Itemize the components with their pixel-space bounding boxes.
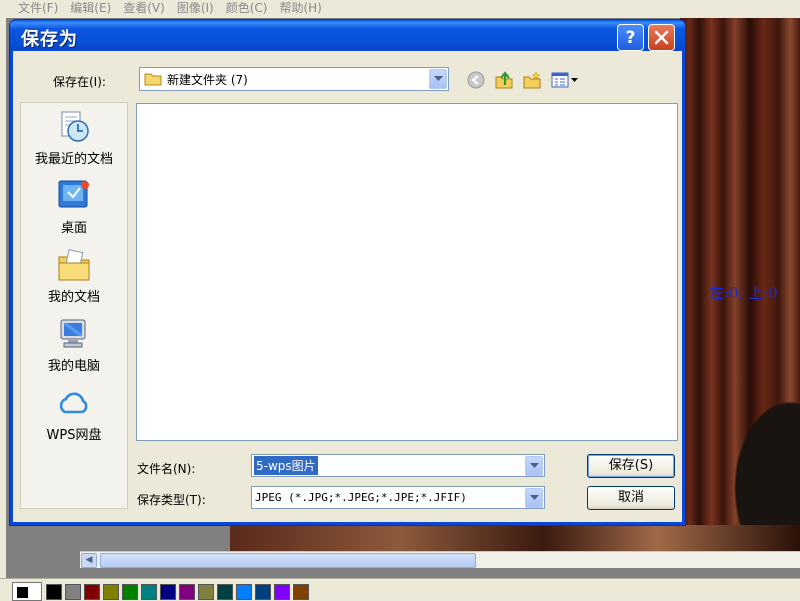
palette-swatch[interactable] xyxy=(274,584,290,600)
folder-icon xyxy=(144,73,162,86)
place-label: WPS网盘 xyxy=(46,428,102,443)
palette-swatch[interactable] xyxy=(141,584,157,600)
place-my-computer[interactable]: 我的电脑 xyxy=(21,316,127,385)
palette-swatch[interactable] xyxy=(179,584,195,600)
navigation-toolbar xyxy=(465,69,581,91)
palette-swatch[interactable] xyxy=(255,584,271,600)
place-my-documents[interactable]: 我的文档 xyxy=(21,247,127,316)
lookin-value: 新建文件夹 (7) xyxy=(167,72,248,87)
palette-swatch[interactable] xyxy=(84,584,100,600)
desktop-icon xyxy=(58,180,89,208)
close-icon xyxy=(654,30,669,45)
my-computer-icon xyxy=(60,319,86,348)
file-list[interactable] xyxy=(136,103,678,441)
menu-edit[interactable]: 编辑(E) xyxy=(68,0,121,18)
wps-cloud-icon xyxy=(59,392,88,414)
coordinate-readout: 左:0, 上:0 xyxy=(709,284,778,302)
color-palette xyxy=(0,578,800,601)
chevron-down-icon xyxy=(529,462,539,468)
palette-swatch[interactable] xyxy=(236,584,252,600)
up-folder-button[interactable] xyxy=(493,69,515,91)
palette-swatch[interactable] xyxy=(103,584,119,600)
palette-swatch[interactable] xyxy=(198,584,214,600)
filetype-value: JPEG (*.JPG;*.JPEG;*.JPE;*.JFIF) xyxy=(255,491,467,504)
filename-label: 文件名(N): xyxy=(137,462,196,476)
help-button[interactable]: ? xyxy=(617,24,644,51)
menu-colors[interactable]: 颜色(C) xyxy=(224,0,278,18)
up-folder-icon xyxy=(495,71,513,89)
place-desktop[interactable]: 桌面 xyxy=(21,178,127,247)
menu-image[interactable]: 图像(I) xyxy=(175,0,224,18)
paint-menubar: 文件(F) 编辑(E) 查看(V) 图像(I) 颜色(C) 帮助(H) xyxy=(0,0,800,18)
place-label: 我的文档 xyxy=(47,290,100,305)
palette-swatch[interactable] xyxy=(122,584,138,600)
place-wps-cloud[interactable]: WPS网盘 xyxy=(21,385,127,454)
filetype-select[interactable]: JPEG (*.JPG;*.JPEG;*.JPE;*.JFIF) xyxy=(251,486,545,509)
lookin-combo[interactable]: 新建文件夹 (7) xyxy=(139,67,449,91)
menu-file[interactable]: 文件(F) xyxy=(16,0,68,18)
menu-view[interactable]: 查看(V) xyxy=(121,0,175,18)
current-color-box xyxy=(12,582,42,601)
filetype-dropdown-button[interactable] xyxy=(525,487,543,508)
menu-help[interactable]: 帮助(H) xyxy=(277,0,331,18)
dialog-body: 保存在(I): 新建文件夹 (7) 我最近的文档 桌面 我的文档 我的电脑 WP… xyxy=(13,51,682,522)
lookin-dropdown-button[interactable] xyxy=(429,69,447,89)
palette-swatch[interactable] xyxy=(65,584,81,600)
back-icon xyxy=(467,71,485,89)
filetype-label: 保存类型(T): xyxy=(137,493,206,507)
chevron-down-icon xyxy=(433,76,443,81)
dialog-title: 保存为 xyxy=(21,29,78,50)
new-folder-button[interactable] xyxy=(521,69,543,91)
scroll-left-icon[interactable]: ◀ xyxy=(81,553,97,568)
place-label: 桌面 xyxy=(60,221,87,236)
place-label: 我的电脑 xyxy=(47,359,100,374)
palette-swatch[interactable] xyxy=(160,584,176,600)
places-bar: 我最近的文档 桌面 我的文档 我的电脑 WPS网盘 xyxy=(20,102,128,509)
horizontal-scrollbar[interactable]: ◀ xyxy=(80,551,800,568)
views-menu-icon xyxy=(551,72,578,88)
dialog-titlebar[interactable]: 保存为 ? xyxy=(10,20,685,51)
place-label: 我最近的文档 xyxy=(34,152,113,167)
cancel-button[interactable]: 取消 xyxy=(587,486,675,510)
recent-documents-icon xyxy=(61,111,89,142)
scrollbar-thumb[interactable] xyxy=(100,553,476,568)
palette-swatch[interactable] xyxy=(46,584,62,600)
palette-swatch[interactable] xyxy=(293,584,309,600)
save-as-dialog: 保存为 ? 保存在(I): 新建文件夹 (7) 我最近的文档 桌面 我的文档 我… xyxy=(9,19,686,526)
palette-swatch[interactable] xyxy=(217,584,233,600)
new-folder-icon xyxy=(523,71,541,89)
chevron-down-icon xyxy=(529,494,539,500)
canvas-photo-bottom xyxy=(230,525,800,551)
filename-value[interactable]: 5-wps图片 xyxy=(254,456,318,475)
my-documents-icon xyxy=(58,249,90,281)
views-menu-button[interactable] xyxy=(549,69,581,91)
save-button[interactable]: 保存(S) xyxy=(587,454,675,478)
lookin-label: 保存在(I): xyxy=(53,75,106,89)
filename-field[interactable]: 5-wps图片 xyxy=(251,454,545,477)
palette-swatches xyxy=(46,584,309,600)
close-button[interactable] xyxy=(648,24,675,51)
filename-dropdown-button[interactable] xyxy=(525,455,543,476)
back-button[interactable] xyxy=(465,69,487,91)
place-recent-documents[interactable]: 我最近的文档 xyxy=(21,109,127,178)
